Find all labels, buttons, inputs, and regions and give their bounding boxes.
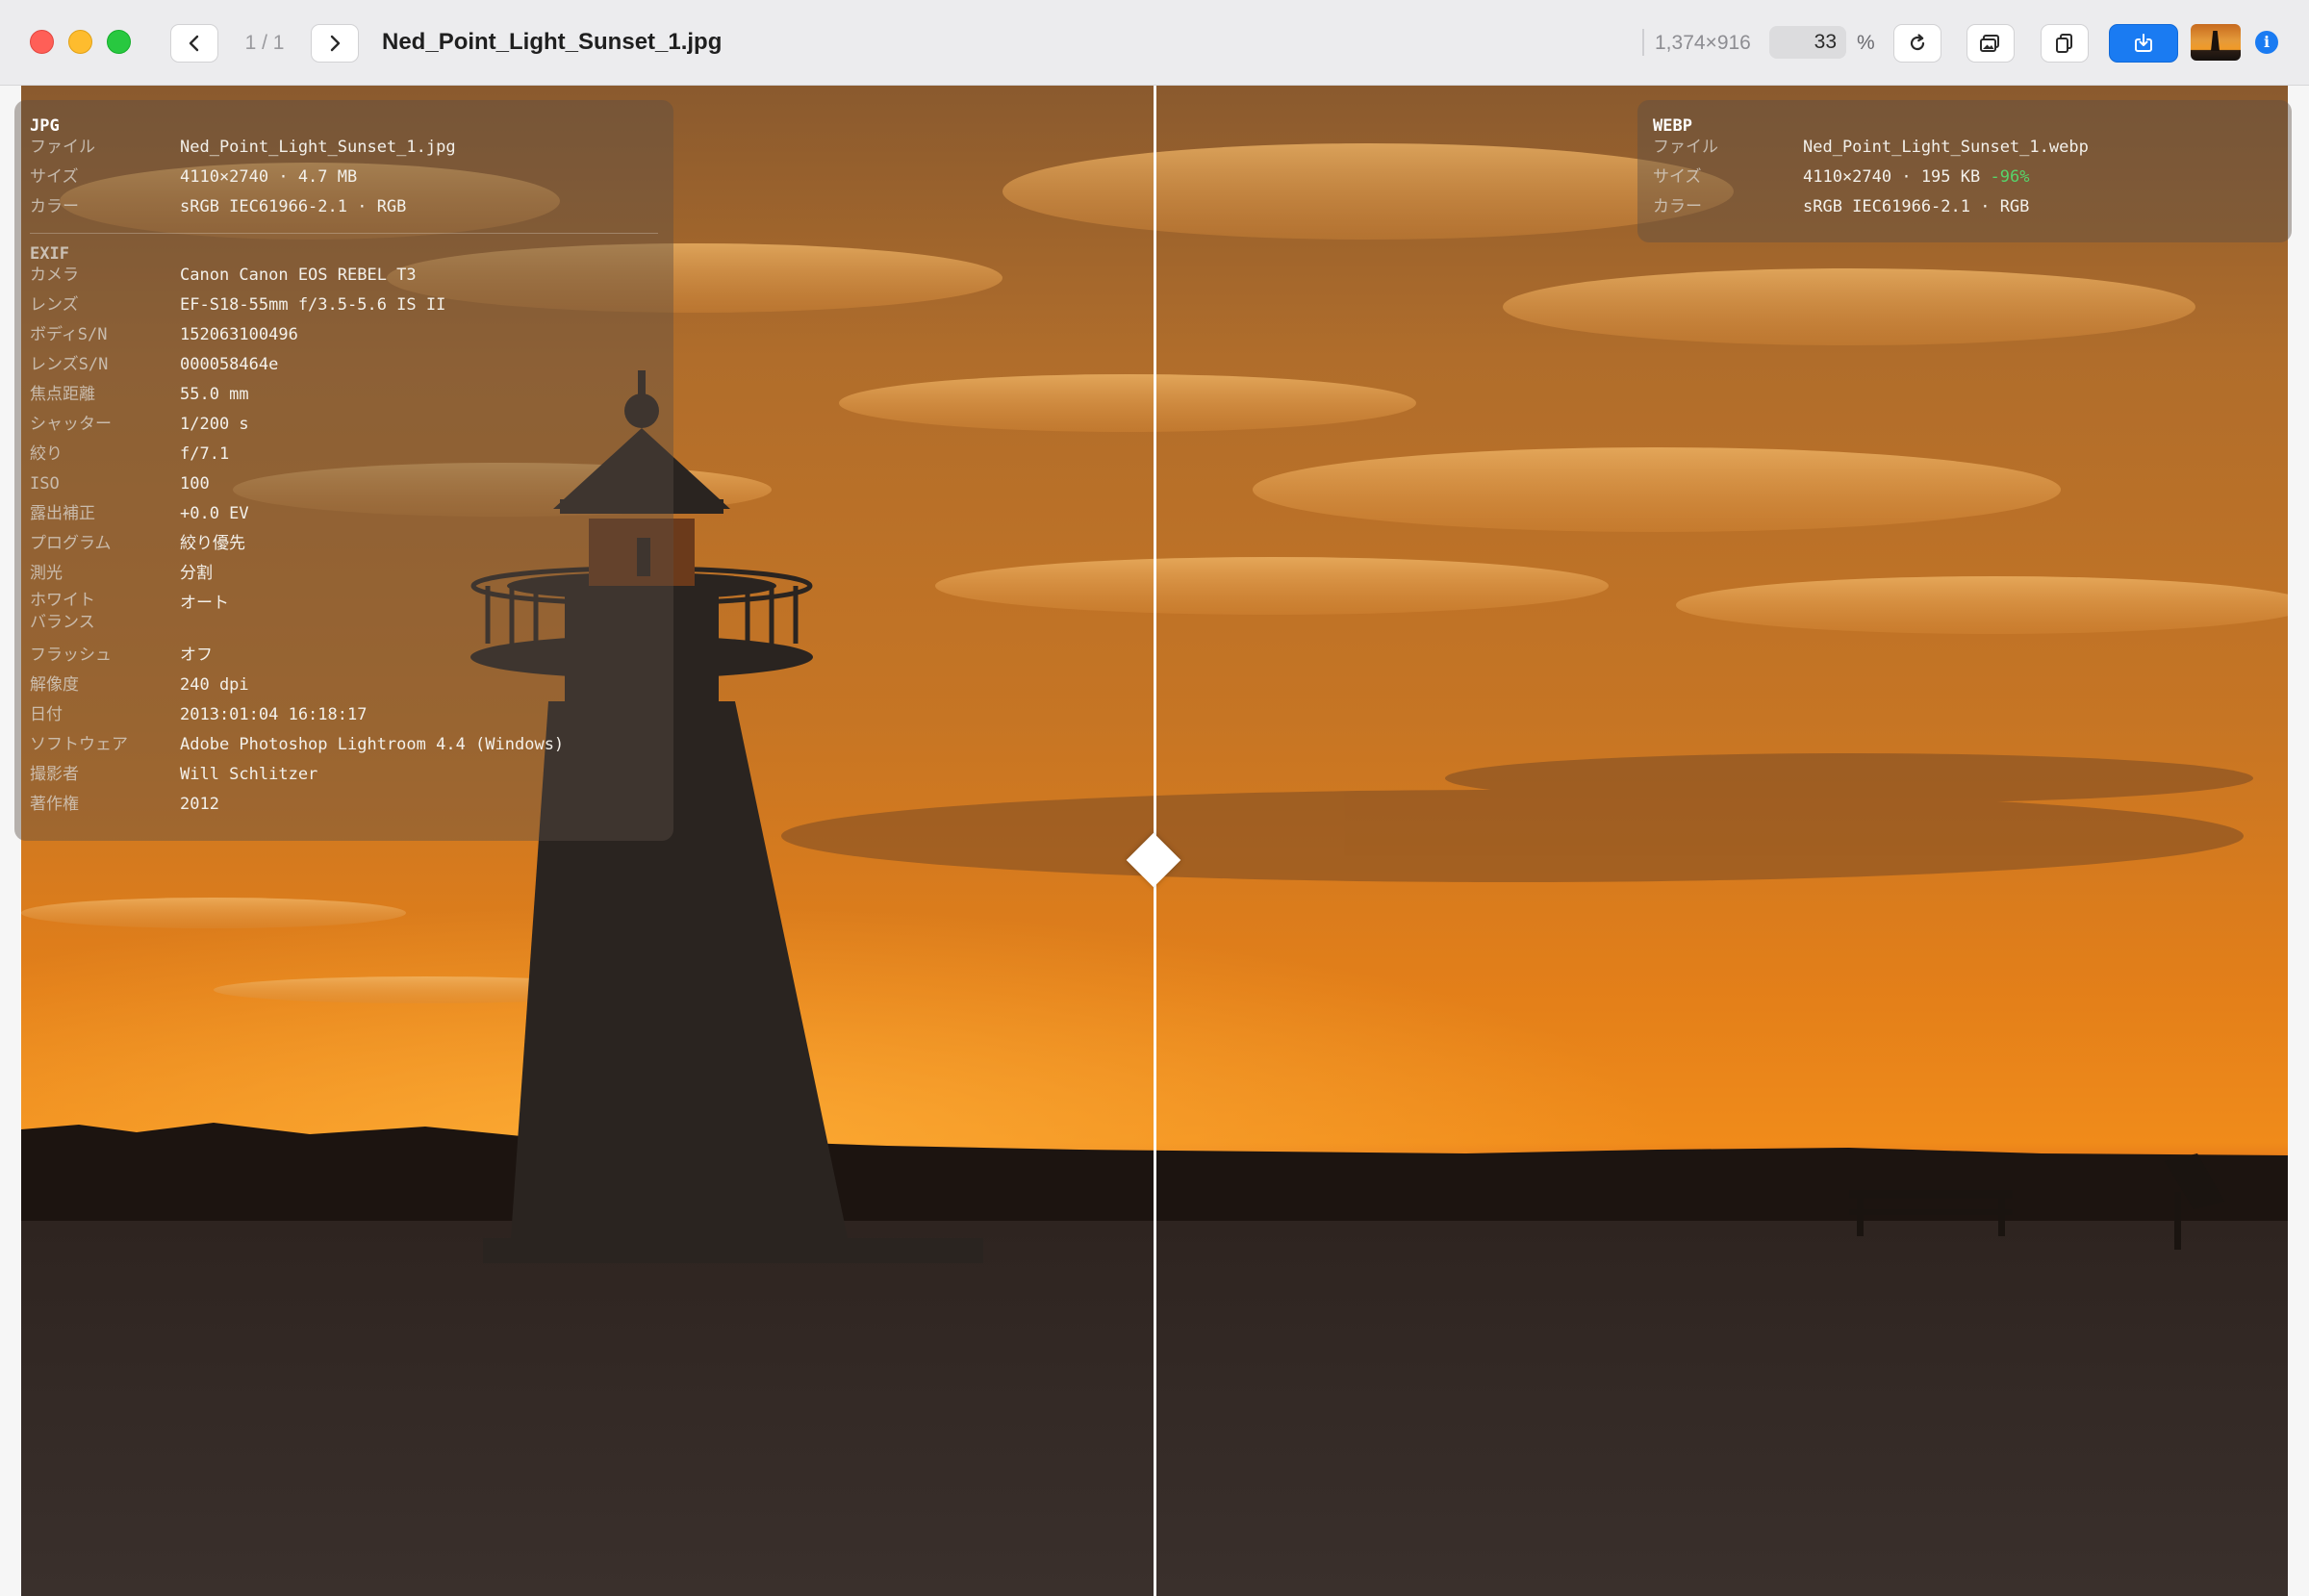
exif-label: 著作権 bbox=[30, 795, 79, 814]
zoom-window-button[interactable] bbox=[107, 30, 131, 54]
previous-image-button[interactable] bbox=[170, 24, 218, 63]
info-value: sRGB IEC61966-2.1 · RGB bbox=[1803, 197, 2030, 216]
exif-value: +0.0 EV bbox=[180, 504, 249, 523]
exif-label: カメラ bbox=[30, 266, 79, 285]
compare-images-button[interactable] bbox=[1966, 24, 2015, 63]
exif-value: 2012 bbox=[180, 795, 219, 814]
info-label: カラー bbox=[1653, 197, 1702, 216]
size-reduction-badge: -96% bbox=[1990, 167, 2030, 187]
output-info-panel: WEBP ファイル Ned_Point_Light_Sunset_1.webp … bbox=[1637, 100, 2292, 242]
file-name-title: Ned_Point_Light_Sunset_1.jpg bbox=[382, 29, 723, 55]
panel-divider bbox=[30, 233, 658, 234]
exif-label: ボディS/N bbox=[30, 325, 108, 344]
copy-icon bbox=[2056, 34, 2072, 53]
zoom-percent-unit: % bbox=[1857, 32, 1875, 54]
info-label: カラー bbox=[30, 197, 79, 216]
size-value: 4110×2740 · 195 KB bbox=[1803, 167, 1981, 187]
image-dimensions: 1,374×916 bbox=[1655, 32, 1751, 54]
exif-value: 2013:01:04 16:18:17 bbox=[180, 705, 368, 724]
source-format-label: JPG bbox=[30, 116, 60, 136]
next-image-button[interactable] bbox=[311, 24, 359, 63]
exif-label: 撮影者 bbox=[30, 765, 79, 784]
chevron-left-icon bbox=[189, 35, 199, 52]
zoom-percent-input[interactable]: 33 bbox=[1769, 26, 1846, 59]
info-value: 4110×2740 · 195 KB -96% bbox=[1803, 164, 2029, 190]
exif-value: 000058464e bbox=[180, 355, 279, 374]
exif-value: 100 bbox=[180, 474, 210, 494]
copy-button[interactable] bbox=[2041, 24, 2089, 63]
exif-value: EF-S18-55mm f/3.5-5.6 IS II bbox=[180, 295, 446, 315]
save-download-icon bbox=[2135, 34, 2152, 52]
exif-label: 測光 bbox=[30, 564, 63, 583]
exif-label: 日付 bbox=[30, 705, 63, 724]
info-value: 4110×2740 · 4.7 MB bbox=[180, 167, 358, 187]
exif-label: 露出補正 bbox=[30, 504, 95, 523]
info-value: sRGB IEC61966-2.1 · RGB bbox=[180, 197, 407, 216]
info-icon[interactable]: i bbox=[2255, 31, 2278, 54]
exif-value: 分割 bbox=[180, 564, 213, 583]
info-label: サイズ bbox=[1653, 167, 1702, 187]
exif-label: 解像度 bbox=[30, 675, 79, 695]
exif-label: ソフトウェア bbox=[30, 735, 128, 754]
minimize-window-button[interactable] bbox=[68, 30, 92, 54]
exif-label: ホワイト バランス bbox=[30, 591, 95, 632]
save-converted-button[interactable] bbox=[2109, 24, 2178, 63]
exif-value: オフ bbox=[180, 646, 213, 665]
image-thumbnail[interactable] bbox=[2191, 24, 2241, 61]
source-info-panel: JPG ファイル Ned_Point_Light_Sunset_1.jpg サイ… bbox=[14, 100, 673, 841]
exif-label: シャッター bbox=[30, 415, 112, 434]
toolbar-separator bbox=[1642, 29, 1644, 56]
exif-value: 1/200 s bbox=[180, 415, 249, 434]
exif-value: Will Schlitzer bbox=[180, 765, 318, 784]
exif-value: 絞り優先 bbox=[180, 534, 245, 553]
exif-label: プログラム bbox=[30, 534, 112, 553]
exif-value: 240 dpi bbox=[180, 675, 249, 695]
image-counter: 1 / 1 bbox=[244, 32, 285, 54]
exif-value: Adobe Photoshop Lightroom 4.4 (Windows) bbox=[180, 735, 565, 754]
output-format-label: WEBP bbox=[1653, 116, 1692, 136]
exif-label: フラッシュ bbox=[30, 646, 112, 665]
info-value: Ned_Point_Light_Sunset_1.webp bbox=[1803, 138, 2089, 157]
exif-value: Canon Canon EOS REBEL T3 bbox=[180, 266, 417, 285]
exif-label: ISO bbox=[30, 474, 60, 494]
info-label: サイズ bbox=[30, 167, 79, 187]
exif-label: 焦点距離 bbox=[30, 385, 95, 404]
exif-value: 152063100496 bbox=[180, 325, 298, 344]
exif-label: 絞り bbox=[30, 444, 63, 464]
exif-label: レンズ bbox=[30, 295, 79, 315]
exif-label: レンズS/N bbox=[30, 355, 109, 374]
close-window-button[interactable] bbox=[30, 30, 54, 54]
info-label: ファイル bbox=[30, 138, 95, 157]
info-value: Ned_Point_Light_Sunset_1.jpg bbox=[180, 138, 456, 157]
rotate-button[interactable] bbox=[1893, 24, 1941, 63]
rotate-icon bbox=[1910, 34, 1925, 51]
image-compare-icon bbox=[1980, 35, 1999, 52]
title-bar: 1 / 1 Ned_Point_Light_Sunset_1.jpg 1,374… bbox=[0, 0, 2309, 86]
exif-section-title: EXIF bbox=[30, 244, 69, 264]
exif-value: 55.0 mm bbox=[180, 385, 249, 404]
exif-value: オート bbox=[180, 594, 229, 613]
exif-value: f/7.1 bbox=[180, 444, 230, 464]
app-window: 1 / 1 Ned_Point_Light_Sunset_1.jpg 1,374… bbox=[0, 0, 2309, 1596]
info-label: ファイル bbox=[1653, 138, 1718, 157]
chevron-right-icon bbox=[330, 35, 341, 52]
